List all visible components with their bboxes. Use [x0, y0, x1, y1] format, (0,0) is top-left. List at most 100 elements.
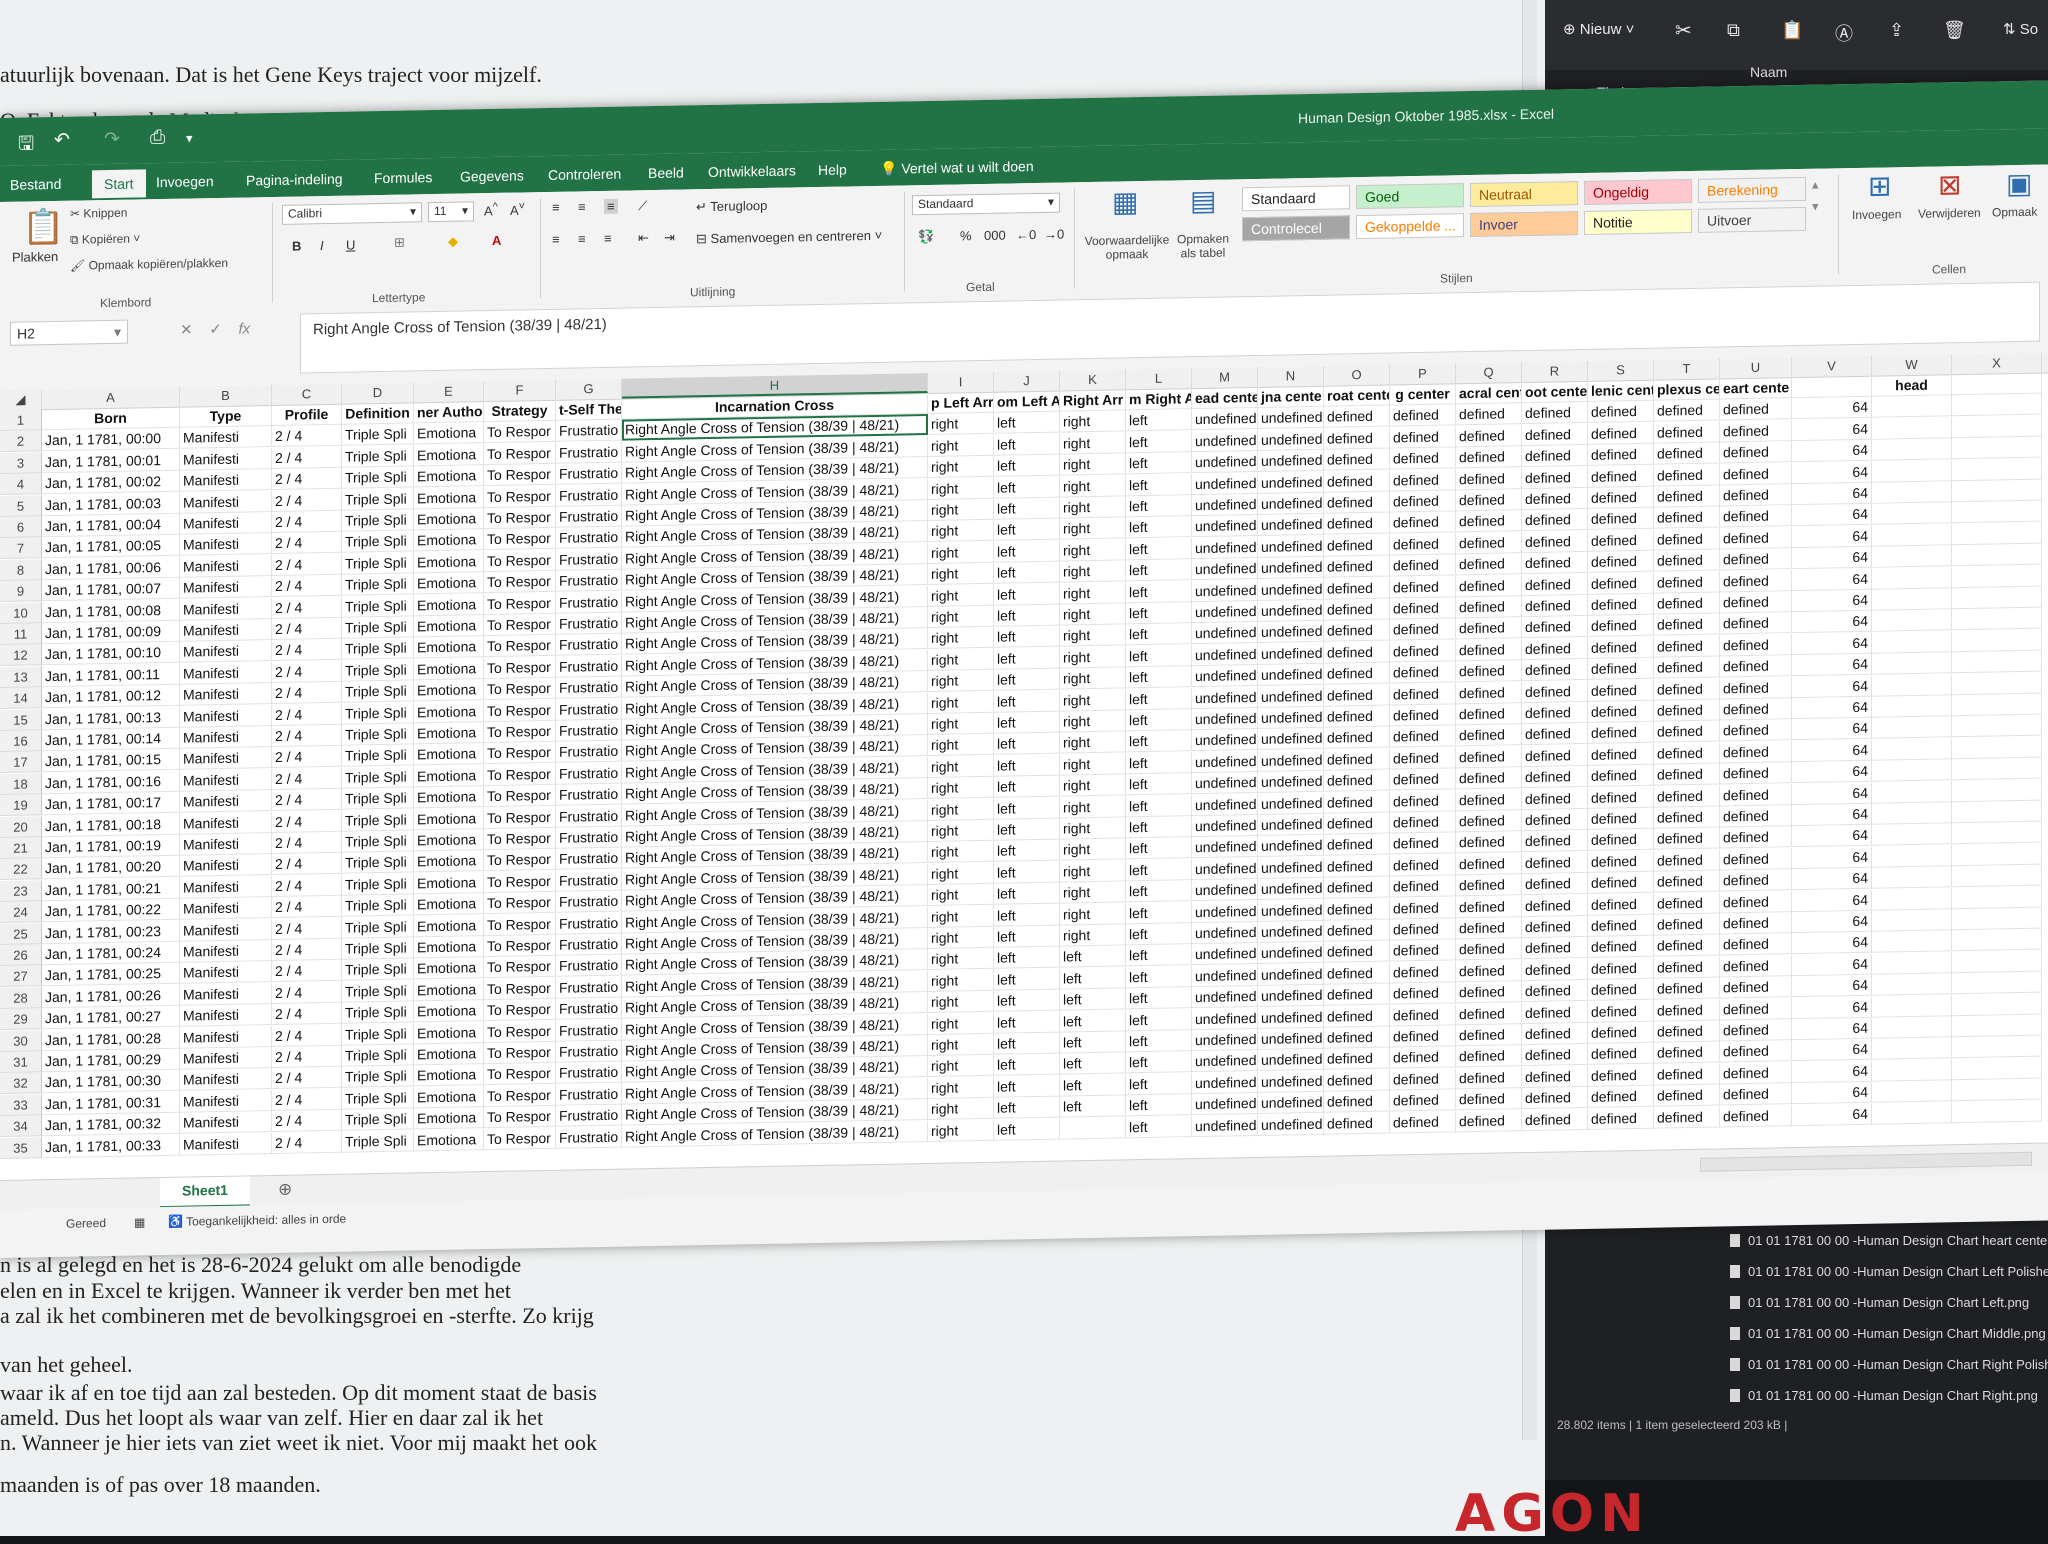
cell[interactable]: 2 / 4	[272, 788, 342, 812]
cell[interactable]: defined	[1456, 745, 1522, 769]
cell[interactable]: defined	[1720, 1061, 1792, 1085]
cell[interactable]: undefined	[1258, 920, 1324, 943]
cell[interactable]: undefined	[1258, 492, 1324, 515]
cell[interactable]: Emotiona	[414, 550, 484, 574]
cell[interactable]: right	[928, 434, 994, 457]
cell[interactable]: Frustratio	[556, 890, 622, 913]
cell[interactable]: defined	[1720, 997, 1792, 1021]
cell[interactable]: defined	[1720, 526, 1792, 550]
print-preview-icon[interactable]: ⎙	[150, 127, 165, 149]
cell[interactable]: 64	[1792, 461, 1872, 484]
cell[interactable]: defined	[1588, 657, 1654, 681]
cell[interactable]: defined	[1654, 1020, 1720, 1043]
cell[interactable]: Jan, 1 1781, 00:26	[42, 984, 180, 1009]
cell[interactable]: Manifesti	[180, 661, 272, 685]
cell[interactable]: Frustratio	[556, 419, 622, 443]
cell[interactable]: defined	[1390, 618, 1456, 641]
cell[interactable]: 2 / 4	[272, 553, 342, 576]
cell[interactable]: To Respor	[484, 763, 556, 786]
cell[interactable]: right	[1060, 731, 1126, 754]
column-title-cell[interactable]: g center	[1390, 383, 1456, 406]
cell[interactable]: 64	[1792, 996, 1872, 1019]
borders-icon[interactable]: ⊞	[394, 235, 405, 251]
cell[interactable]: defined	[1324, 1090, 1390, 1113]
cell[interactable]: 2 / 4	[272, 681, 342, 705]
row-header-22[interactable]: 22	[0, 858, 42, 881]
cell[interactable]	[1952, 629, 2042, 653]
cell[interactable]: defined	[1522, 894, 1588, 917]
cell[interactable]: defined	[1324, 833, 1390, 857]
cell[interactable]: defined	[1456, 703, 1522, 726]
row-header-10[interactable]: 10	[0, 601, 42, 624]
cell[interactable]: right	[928, 455, 994, 479]
cell[interactable]: defined	[1390, 554, 1456, 577]
cell[interactable]: right	[928, 498, 994, 521]
cell[interactable]: Jan, 1 1781, 00:01	[42, 449, 180, 474]
cell[interactable]: Emotiona	[414, 957, 484, 980]
cell[interactable]	[1872, 738, 1952, 761]
row-header-27[interactable]: 27	[0, 965, 42, 988]
cell[interactable]: defined	[1456, 895, 1522, 918]
cell[interactable]: left	[1060, 967, 1126, 990]
cell[interactable]: defined	[1720, 591, 1792, 614]
cell[interactable]: Emotiona	[414, 422, 484, 445]
cell[interactable]: 64	[1792, 974, 1872, 998]
cell[interactable]: defined	[1324, 684, 1390, 707]
cell[interactable]: Emotiona	[414, 807, 484, 831]
cell[interactable]: defined	[1522, 594, 1588, 618]
tab-formules[interactable]: Formules	[374, 169, 432, 186]
cell[interactable]: defined	[1324, 448, 1390, 471]
cell[interactable]: left	[1126, 495, 1192, 518]
decrease-decimal-icon[interactable]: →0	[1044, 226, 1064, 241]
cell[interactable]: defined	[1522, 830, 1588, 853]
cell[interactable]: Triple Spli	[342, 637, 414, 661]
cell[interactable]	[1952, 693, 2042, 717]
cell[interactable]: right	[1060, 924, 1126, 947]
cell[interactable]: 64	[1792, 546, 1872, 570]
row-header-20[interactable]: 20	[0, 815, 42, 838]
cell[interactable]: 2 / 4	[272, 981, 342, 1004]
cell[interactable]: defined	[1390, 661, 1456, 684]
cell[interactable]: Triple Spli	[342, 1044, 414, 1067]
cell[interactable]: left	[1126, 858, 1192, 882]
row-header-18[interactable]: 18	[0, 773, 42, 795]
cell[interactable]: left	[994, 732, 1060, 756]
cell[interactable]: 2 / 4	[272, 1109, 342, 1133]
cell[interactable]: left	[1126, 923, 1192, 946]
cell[interactable]: Jan, 1 1781, 00:13	[42, 706, 180, 730]
cell[interactable]: Triple Spli	[342, 894, 414, 917]
column-title-cell[interactable]: Profile	[272, 403, 342, 427]
cell[interactable]: right	[1060, 432, 1126, 455]
cell[interactable]: undefined	[1192, 1007, 1258, 1030]
cell[interactable]: defined	[1456, 917, 1522, 940]
cell[interactable]: defined	[1324, 1047, 1390, 1071]
cell[interactable]: defined	[1324, 791, 1390, 814]
cell[interactable]: right	[928, 541, 994, 564]
copy-button[interactable]: ⧉ Kopiëren ˅	[70, 231, 140, 247]
cell[interactable]: defined	[1390, 854, 1456, 877]
cell[interactable]: Manifesti	[180, 897, 272, 920]
cell[interactable]: defined	[1720, 676, 1792, 700]
cell[interactable]	[1952, 714, 2042, 738]
cell[interactable]: defined	[1324, 427, 1390, 450]
cell[interactable]: defined	[1654, 1106, 1720, 1129]
cell[interactable]: defined	[1588, 679, 1654, 702]
cell[interactable]: left	[994, 668, 1060, 691]
cell[interactable]: right	[1060, 539, 1126, 562]
cell[interactable]: Manifesti	[180, 833, 272, 856]
tell-me-search[interactable]: 💡 Vertel wat u wilt doen	[880, 158, 1034, 178]
cell[interactable]: Emotiona	[414, 443, 484, 467]
cell[interactable]: undefined	[1192, 964, 1258, 987]
cell[interactable]	[1952, 928, 2042, 952]
cell[interactable]: left	[994, 711, 1060, 734]
cell[interactable]: Emotiona	[414, 1021, 484, 1045]
cell[interactable]: Jan, 1 1781, 00:22	[42, 898, 180, 923]
cell[interactable]: right	[928, 669, 994, 693]
cell[interactable]: defined	[1324, 512, 1390, 536]
row-header-24[interactable]: 24	[0, 901, 42, 924]
cell[interactable]: defined	[1390, 811, 1456, 834]
cell[interactable]: defined	[1324, 726, 1390, 750]
cell[interactable]: 2 / 4	[272, 874, 342, 897]
cell[interactable]: defined	[1390, 640, 1456, 663]
cell[interactable]: Emotiona	[414, 1043, 484, 1066]
